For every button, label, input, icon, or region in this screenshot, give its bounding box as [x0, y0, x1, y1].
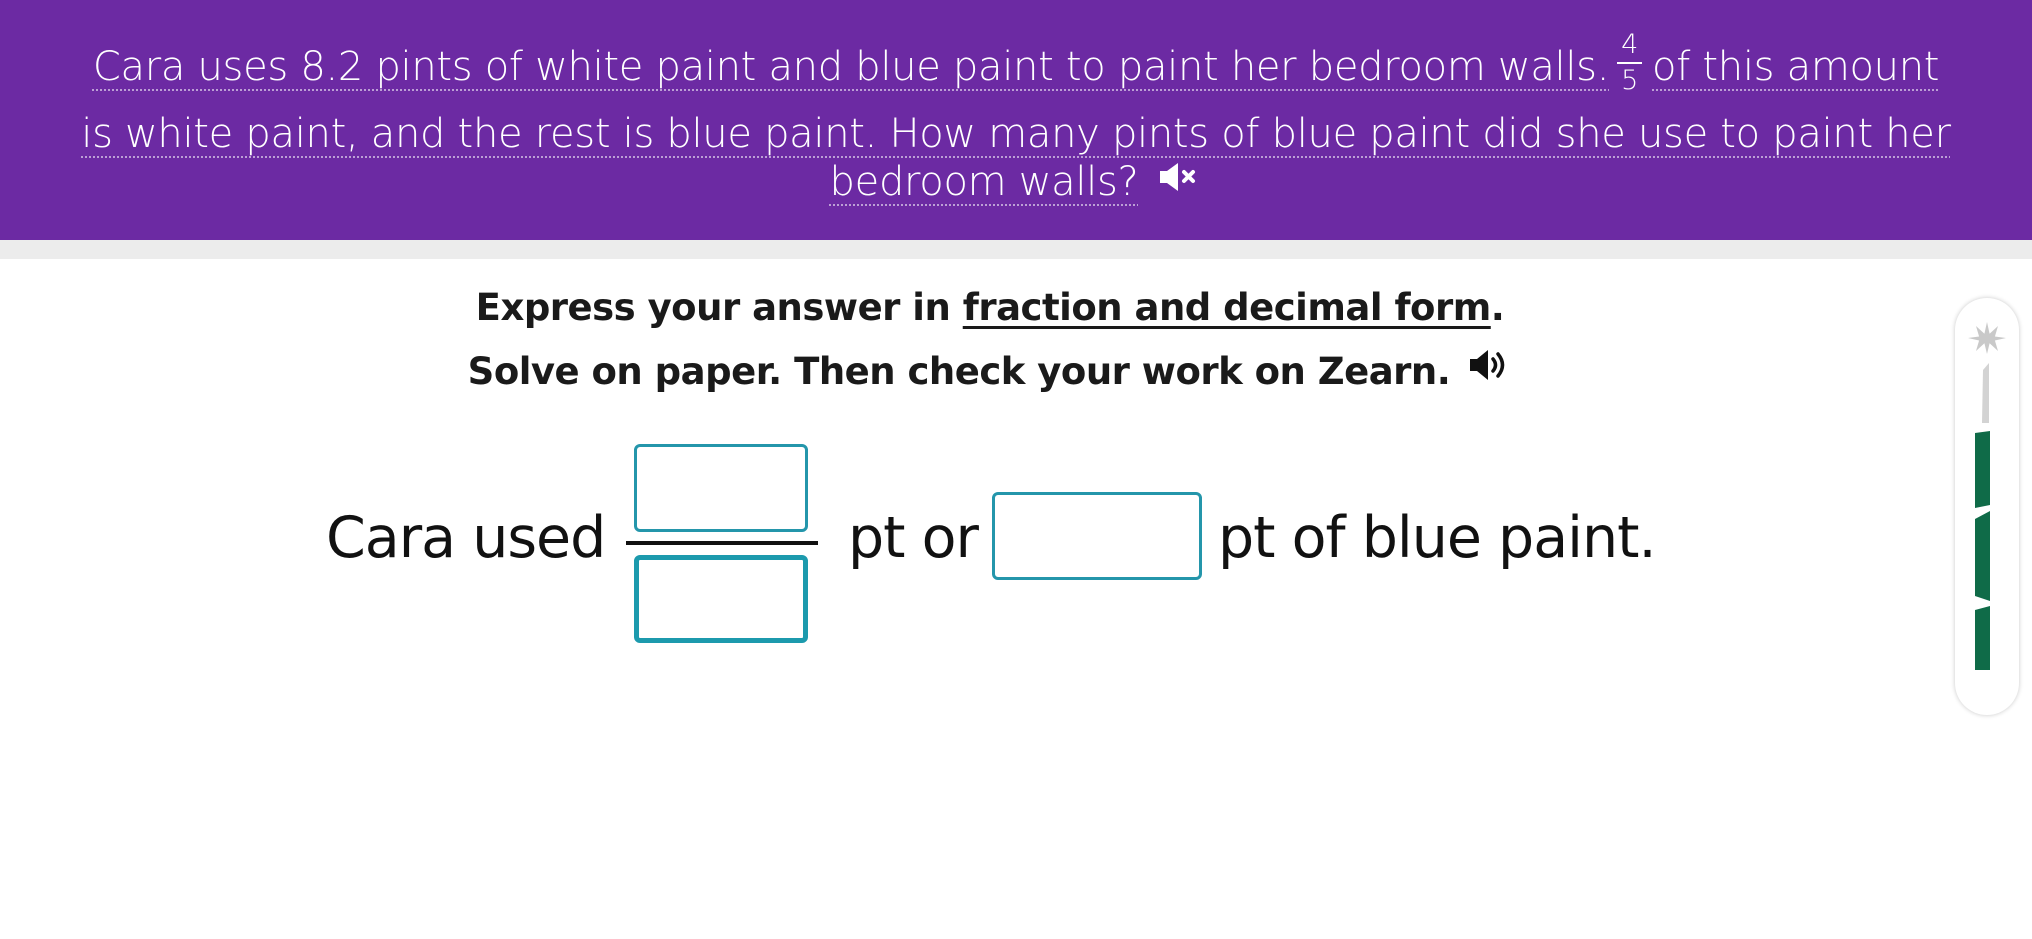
instruction-emphasis: fraction and decimal form — [962, 286, 1492, 329]
fraction-numerator: 4 — [1617, 30, 1643, 64]
answer-end-text: pt of blue paint. — [1218, 505, 1657, 571]
instruction-prefix: Express your answer in — [475, 286, 951, 329]
question-line-1: Cara uses 8.2 pints of white paint and b… — [0, 30, 2032, 102]
progress-panel — [1955, 298, 2019, 715]
numerator-input[interactable] — [634, 444, 808, 532]
denominator-input[interactable] — [634, 555, 808, 643]
answer-middle-text: pt or — [848, 505, 979, 571]
instruction-line-2: Solve on paper. Then check your work on … — [0, 347, 1980, 397]
progress-segment-4 — [1975, 606, 1990, 670]
question-text-part-3: is white paint, and the rest is blue pai… — [81, 111, 1951, 157]
question-fraction: 45 — [1617, 30, 1643, 96]
speaker-muted-icon[interactable] — [1158, 156, 1202, 204]
decimal-input[interactable] — [992, 492, 1202, 580]
progress-segment-3 — [1975, 511, 1990, 601]
instruction-line-1: Express your answer in fraction and deci… — [0, 286, 1980, 330]
answer-lead-text: Cara used — [326, 505, 606, 571]
question-text-part-1: Cara uses 8.2 pints of white paint and b… — [92, 44, 1610, 90]
question-text-part-4: bedroom walls? — [829, 159, 1139, 205]
question-line-2: is white paint, and the rest is blue pai… — [0, 110, 2032, 158]
question-line-3: bedroom walls? — [0, 158, 2032, 208]
banner-divider — [0, 240, 2032, 259]
instruction-suffix: . — [1490, 286, 1505, 329]
instruction-text: Solve on paper. Then check your work on … — [467, 350, 1451, 393]
fraction-bar — [626, 541, 818, 545]
progress-segment-2 — [1975, 431, 1990, 508]
question-text-part-2: of this amount — [1652, 44, 1940, 90]
speaker-icon[interactable] — [1468, 347, 1512, 393]
progress-segment-1 — [1982, 363, 1989, 423]
star-burst-icon — [1968, 322, 2006, 354]
fraction-denominator: 5 — [1621, 65, 1639, 96]
